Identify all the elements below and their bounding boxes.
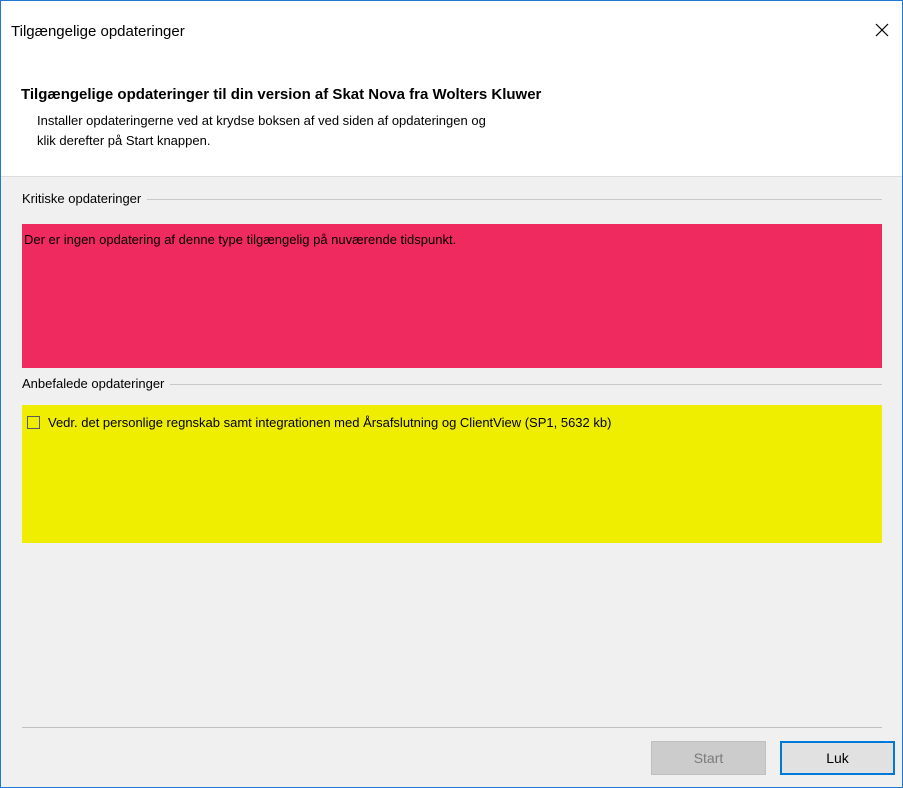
title-bar: Tilgængelige opdateringer — [1, 1, 902, 61]
close-window-button[interactable] — [862, 13, 902, 49]
dialog-header: Tilgængelige opdateringer til din versio… — [1, 61, 902, 177]
critical-updates-panel: Der er ingen opdatering af denne type ti… — [22, 224, 882, 368]
start-button[interactable]: Start — [651, 741, 766, 775]
recommended-update-item[interactable]: Vedr. det personlige regnskab samt integ… — [27, 415, 611, 430]
update-checkbox[interactable] — [27, 416, 40, 429]
dialog-window: Tilgængelige opdateringer Tilgængelige o… — [0, 0, 903, 788]
window-title: Tilgængelige opdateringer — [11, 23, 185, 40]
recommended-updates-panel: Vedr. det personlige regnskab samt integ… — [22, 405, 882, 543]
critical-group-divider — [22, 199, 882, 200]
critical-group-label: Kritiske opdateringer — [22, 191, 148, 206]
critical-empty-message: Der er ingen opdatering af denne type ti… — [24, 232, 457, 247]
close-icon — [874, 22, 890, 41]
footer-divider — [22, 727, 882, 728]
close-button[interactable]: Luk — [780, 741, 895, 775]
header-description: Installer opdateringerne ved at krydse b… — [37, 111, 737, 151]
header-description-line-1: Installer opdateringerne ved at krydse b… — [37, 113, 486, 128]
update-item-label: Vedr. det personlige regnskab samt integ… — [48, 415, 612, 430]
header-title: Tilgængelige opdateringer til din versio… — [21, 86, 542, 103]
header-description-line-2: klik derefter på Start knappen. — [37, 133, 211, 148]
recommended-group-label: Anbefalede opdateringer — [22, 376, 171, 391]
